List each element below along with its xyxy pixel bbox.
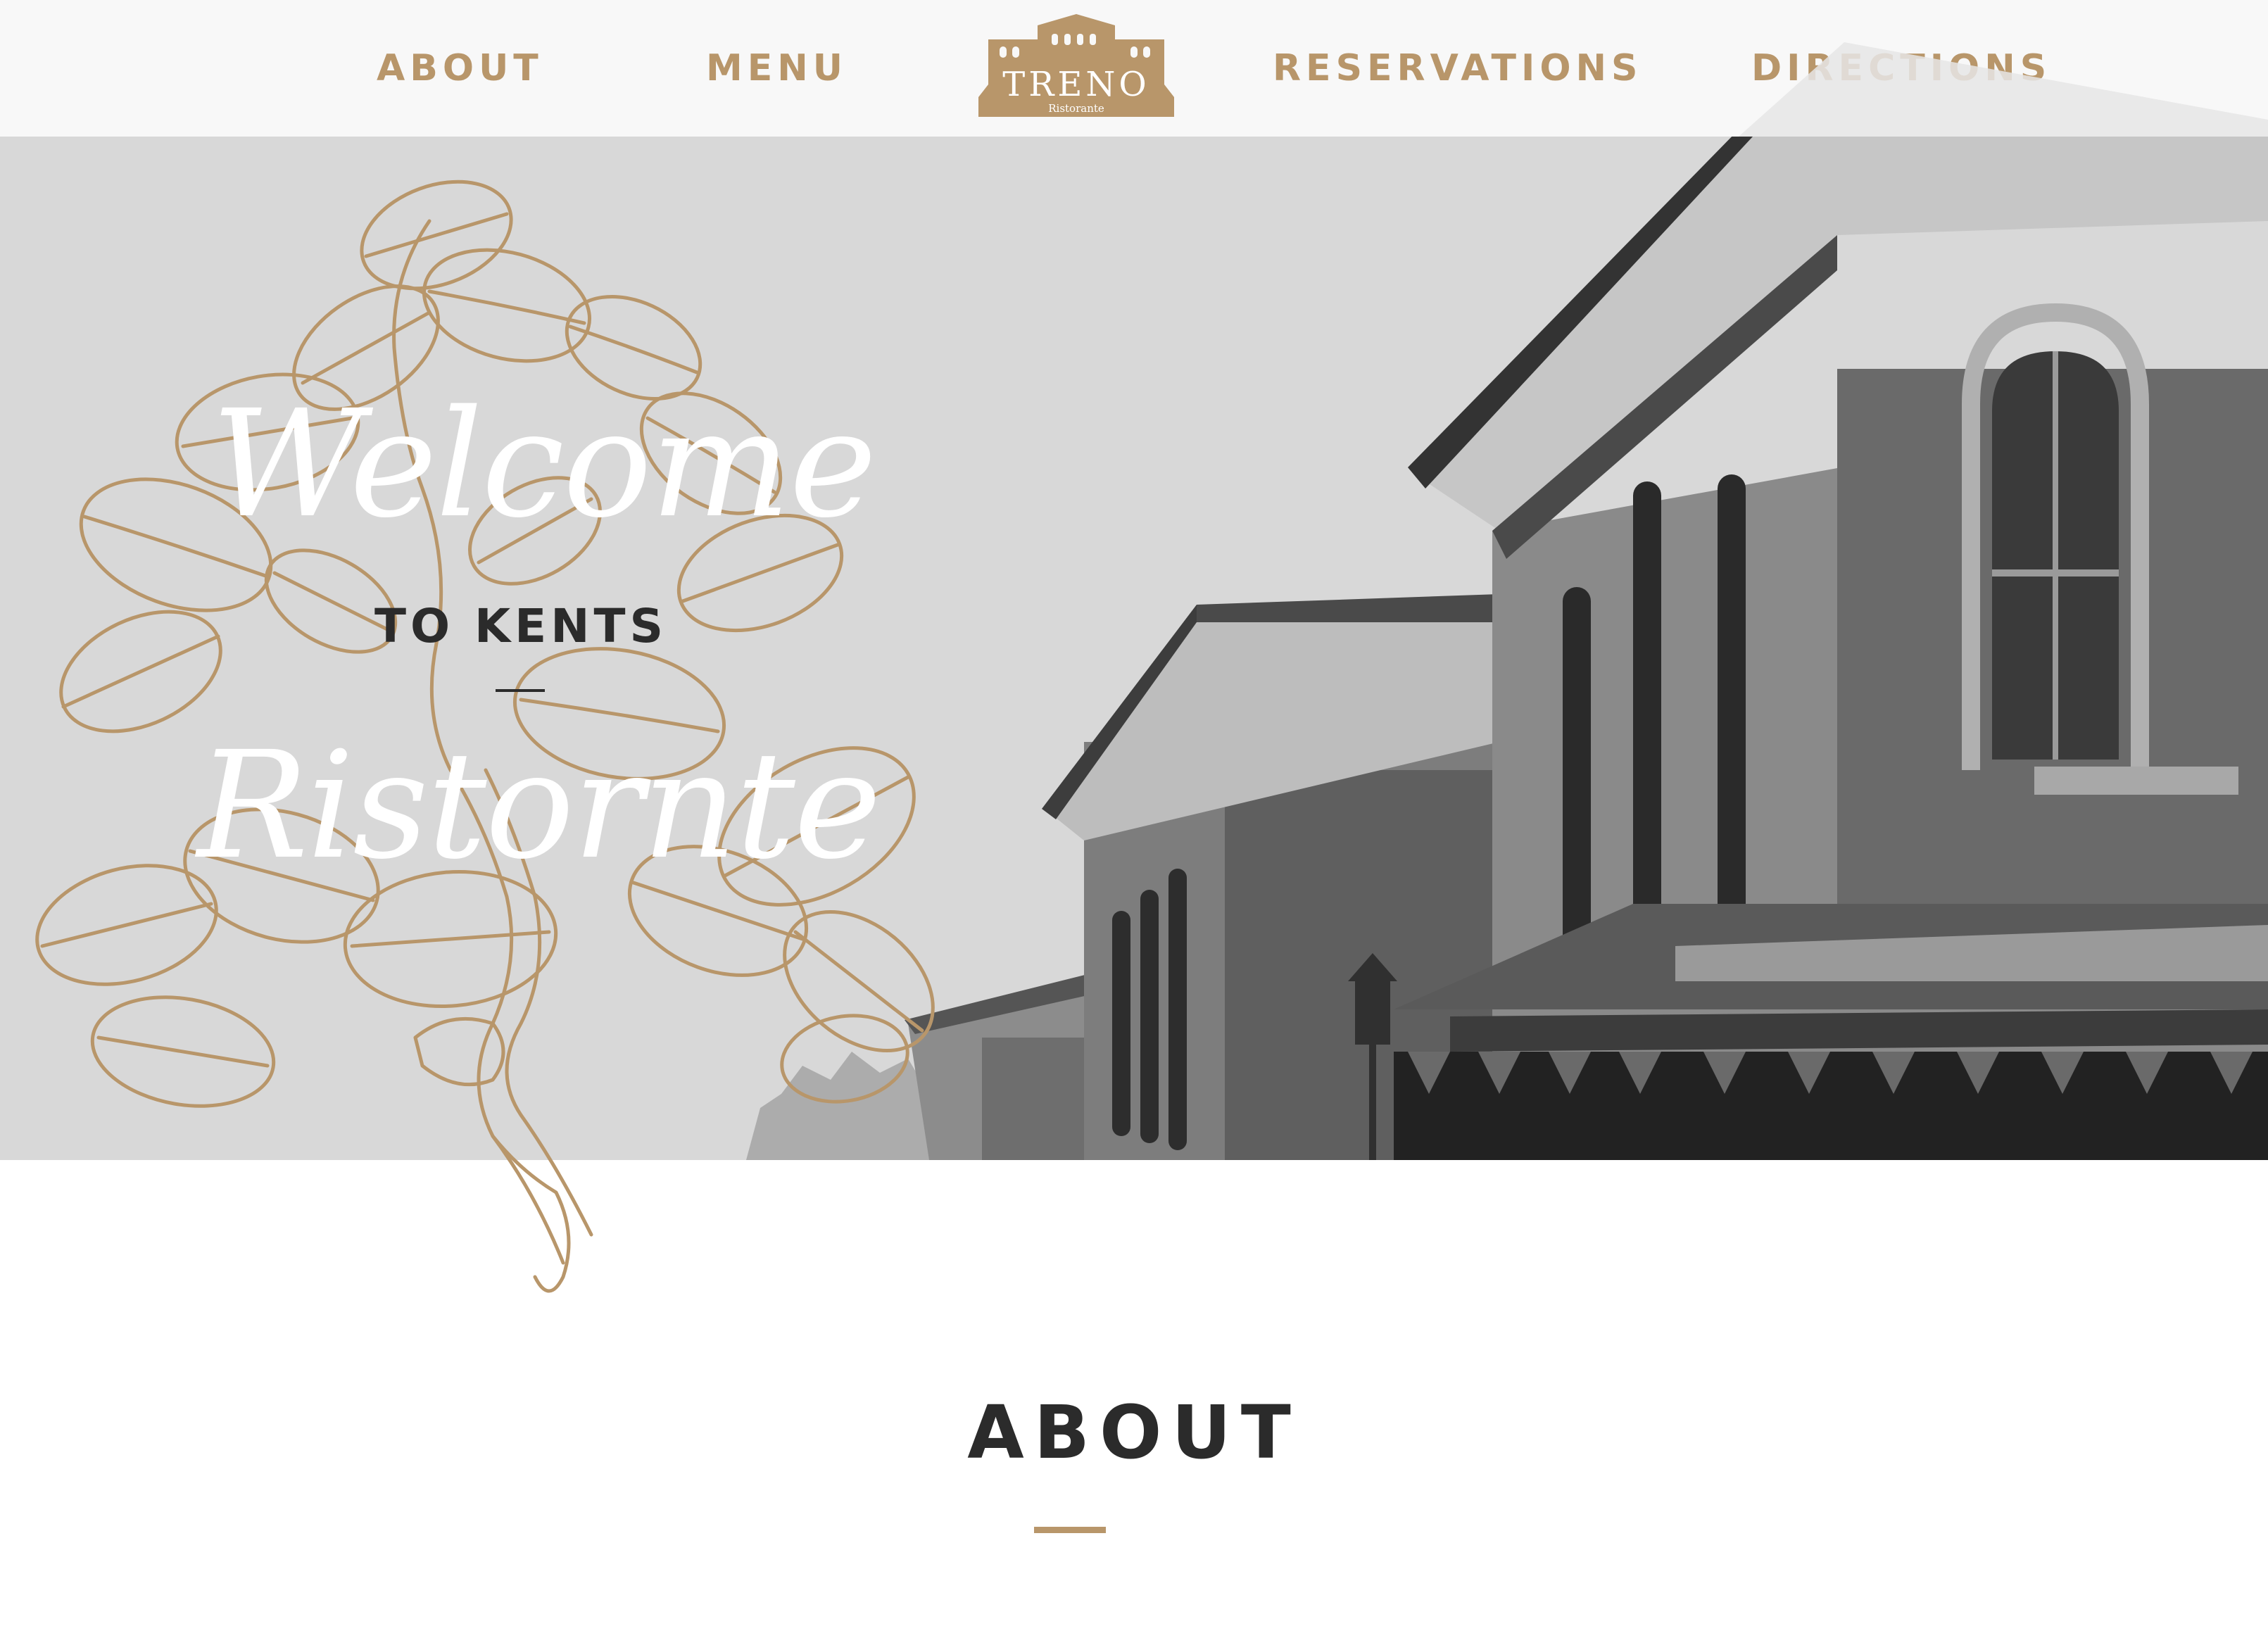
top-navigation: ABOUT MENU TRENO Ristorante RESERVATIONS… (0, 0, 2268, 137)
about-divider (1034, 1527, 1106, 1533)
hero-ristorante-heading: Ristornte (197, 719, 881, 892)
about-section-title: ABOUT (967, 1390, 1301, 1475)
treno-logo[interactable]: TRENO Ristorante (978, 14, 1174, 117)
nav-reservations-link[interactable]: RESERVATIONS (1273, 44, 1643, 93)
nav-menu-link[interactable]: MENU (706, 44, 848, 93)
hero-welcome-heading: Welcome (211, 378, 877, 550)
logo-name: TRENO (1002, 65, 1150, 104)
logo-subtitle: Ristorante (1048, 102, 1104, 115)
nav-directions-link[interactable]: DIRECTIONS (1751, 44, 2051, 93)
hero-subheading: TO KENTS (374, 599, 668, 653)
hero-divider (496, 689, 545, 692)
nav-about-link[interactable]: ABOUT (377, 44, 543, 93)
